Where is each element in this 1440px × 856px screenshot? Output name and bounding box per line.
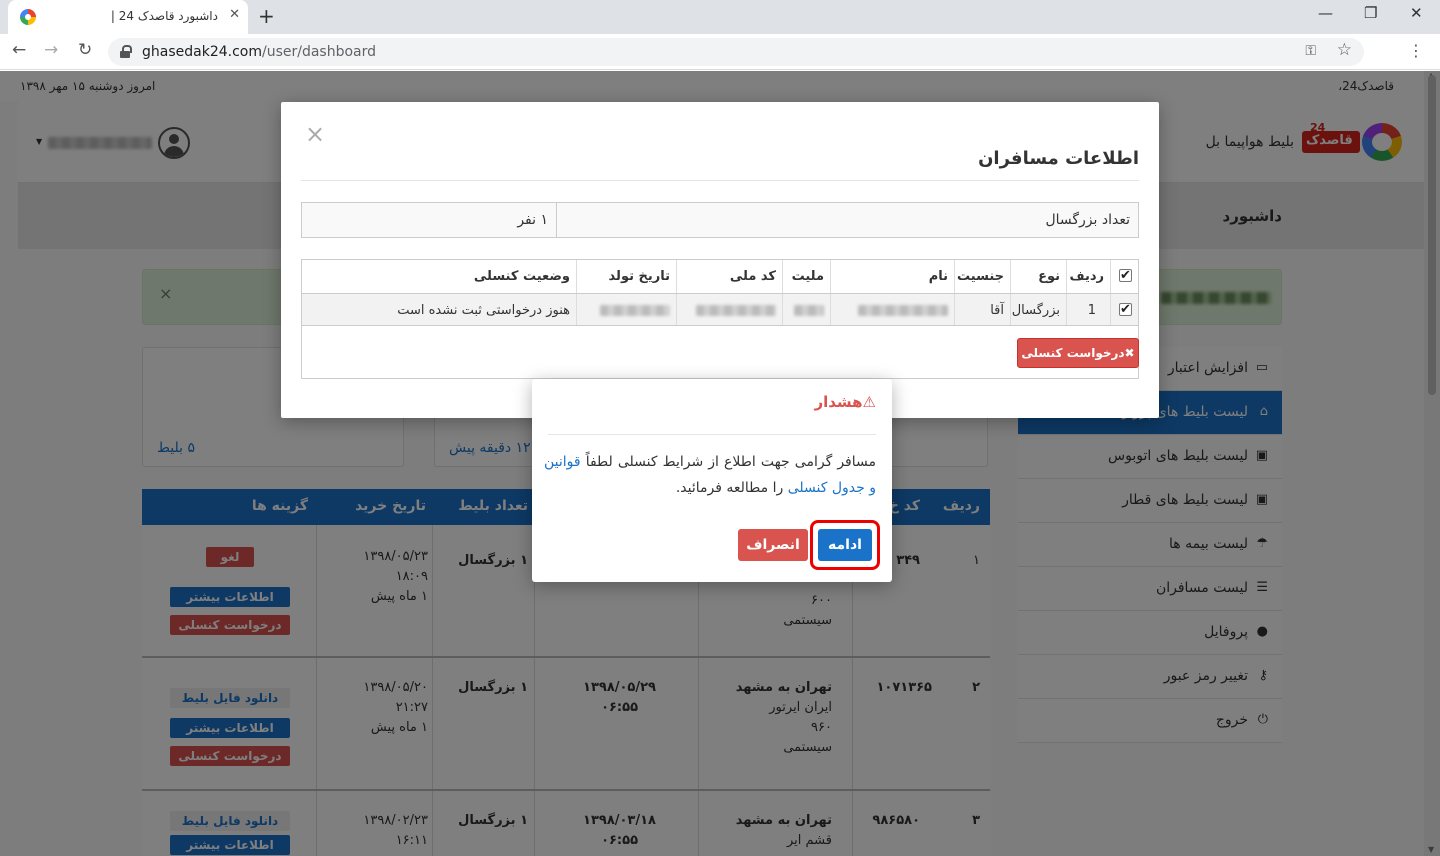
url-path: /user/dashboard bbox=[261, 44, 377, 60]
col-national-code: کد ملی bbox=[676, 260, 782, 293]
browser-titlebar: داشبورد قاصدک 24 | ✕ + — ❐ ✕ bbox=[0, 0, 1440, 34]
passengers-table-header: ✔ ردیف نوع جنسیت نام ملیت کد ملی تاریخ ت… bbox=[302, 260, 1138, 294]
select-all-checkbox[interactable]: ✔ bbox=[1119, 269, 1132, 282]
col-index-label: ردیف bbox=[1069, 269, 1104, 284]
warning-message-text: مسافر گرامی جهت اطلاع از شرایط کنسلی لطف… bbox=[585, 454, 876, 470]
adult-count-label: تعداد بزرگسال bbox=[1045, 212, 1130, 228]
passenger-type-cell: بزرگسال bbox=[1010, 294, 1066, 325]
blurred-birthdate bbox=[600, 305, 670, 316]
url-host: ghasedak24.com bbox=[142, 44, 262, 60]
col-nationality-label: ملیت bbox=[791, 269, 824, 284]
blurred-national-code bbox=[696, 305, 776, 316]
col-cancel-status-label: وضعیت کنسلی bbox=[473, 269, 570, 284]
warning-message: مسافر گرامی جهت اطلاع از شرایط کنسلی لطف… bbox=[544, 449, 876, 501]
passengers-modal: × اطلاعات مسافران تعداد بزرگسال ۱ نفر ✔ … bbox=[281, 102, 1159, 418]
blurred-name bbox=[858, 305, 948, 316]
col-gender: جنسیت bbox=[954, 260, 1010, 293]
warning-modal: ⚠هشدار مسافر گرامی جهت اطلاع از شرایط کن… bbox=[532, 379, 892, 582]
col-nationality: ملیت bbox=[782, 260, 830, 293]
cancel-request-button[interactable]: ✖درخواست کنسلی bbox=[1017, 338, 1139, 368]
key-icon[interactable]: ⚿ bbox=[1305, 43, 1316, 59]
col-national-code-label: کد ملی bbox=[729, 269, 776, 284]
passenger-status-cell: هنوز درخواستی ثبت نشده است bbox=[302, 294, 576, 325]
back-icon[interactable]: ← bbox=[12, 40, 26, 60]
window-close-icon[interactable]: ✕ bbox=[1410, 4, 1423, 22]
minimize-icon[interactable]: — bbox=[1318, 4, 1333, 22]
passenger-type: بزرگسال bbox=[1011, 303, 1060, 318]
passenger-index: 1 bbox=[1087, 303, 1096, 318]
reload-icon[interactable]: ↻ bbox=[78, 40, 92, 60]
forward-icon[interactable]: → bbox=[44, 40, 58, 60]
passengers-table: ✔ ردیف نوع جنسیت نام ملیت کد ملی تاریخ ت… bbox=[301, 259, 1139, 379]
header-checkbox-cell: ✔ bbox=[1110, 260, 1138, 293]
lock-icon bbox=[120, 45, 132, 58]
bookmark-star-icon[interactable]: ☆ bbox=[1337, 40, 1352, 60]
tab-close-icon[interactable]: ✕ bbox=[229, 7, 240, 22]
col-birthdate-label: تاریخ تولد bbox=[608, 269, 670, 284]
adult-count-row: تعداد بزرگسال ۱ نفر bbox=[301, 202, 1139, 238]
passenger-row: ✔ 1 بزرگسال آقا هنوز درخواستی ثبت نشده ا… bbox=[302, 294, 1138, 326]
adult-count-value: ۱ نفر bbox=[517, 212, 548, 228]
address-bar[interactable]: ghasedak24.com/user/dashboard ⚿ ☆ bbox=[108, 38, 1364, 66]
highlight-box bbox=[810, 520, 880, 570]
warning-message-tail: را مطالعه فرمائید. bbox=[675, 480, 784, 496]
col-type-label: نوع bbox=[1038, 269, 1060, 284]
warning-title: ⚠هشدار bbox=[814, 393, 876, 411]
passenger-cancel-status: هنوز درخواستی ثبت نشده است bbox=[397, 303, 570, 318]
passenger-name-cell bbox=[830, 294, 954, 325]
browser-menu-icon[interactable]: ⋮ bbox=[1408, 41, 1424, 60]
divider bbox=[301, 180, 1139, 181]
tab-title: داشبورد قاصدک 24 | bbox=[110, 9, 218, 23]
adult-count-label-cell: تعداد بزرگسال bbox=[556, 203, 1138, 237]
url-text: ghasedak24.com/user/dashboard bbox=[142, 44, 376, 60]
col-index: ردیف bbox=[1066, 260, 1110, 293]
passenger-index-cell: 1 bbox=[1066, 294, 1110, 325]
passenger-gender-cell: آقا bbox=[954, 294, 1010, 325]
modal-title: اطلاعات مسافران bbox=[978, 148, 1139, 169]
passenger-checkbox[interactable]: ✔ bbox=[1119, 303, 1132, 316]
new-tab-button[interactable]: + bbox=[258, 4, 275, 28]
blurred-nationality bbox=[794, 305, 824, 316]
passenger-national-code-cell bbox=[676, 294, 782, 325]
col-gender-label: جنسیت bbox=[957, 269, 1004, 284]
passenger-birthdate-cell bbox=[576, 294, 676, 325]
col-cancel-status: وضعیت کنسلی bbox=[302, 260, 576, 293]
browser-tab[interactable]: داشبورد قاصدک 24 | ✕ bbox=[8, 0, 248, 34]
close-icon[interactable]: × bbox=[305, 120, 325, 148]
restore-icon[interactable]: ❐ bbox=[1364, 4, 1377, 22]
col-name-label: نام bbox=[928, 269, 948, 284]
passenger-gender: آقا bbox=[990, 303, 1004, 318]
chrome-favicon-icon bbox=[20, 9, 36, 25]
passenger-nationality-cell bbox=[782, 294, 830, 325]
col-type: نوع bbox=[1010, 260, 1066, 293]
cancel-button[interactable]: انصراف bbox=[738, 529, 808, 561]
col-birthdate: تاریخ تولد bbox=[576, 260, 676, 293]
divider bbox=[548, 434, 876, 435]
browser-toolbar: ← → ↻ ghasedak24.com/user/dashboard ⚿ ☆ … bbox=[0, 34, 1440, 70]
col-name: نام bbox=[830, 260, 954, 293]
row-checkbox-cell: ✔ bbox=[1110, 294, 1138, 325]
